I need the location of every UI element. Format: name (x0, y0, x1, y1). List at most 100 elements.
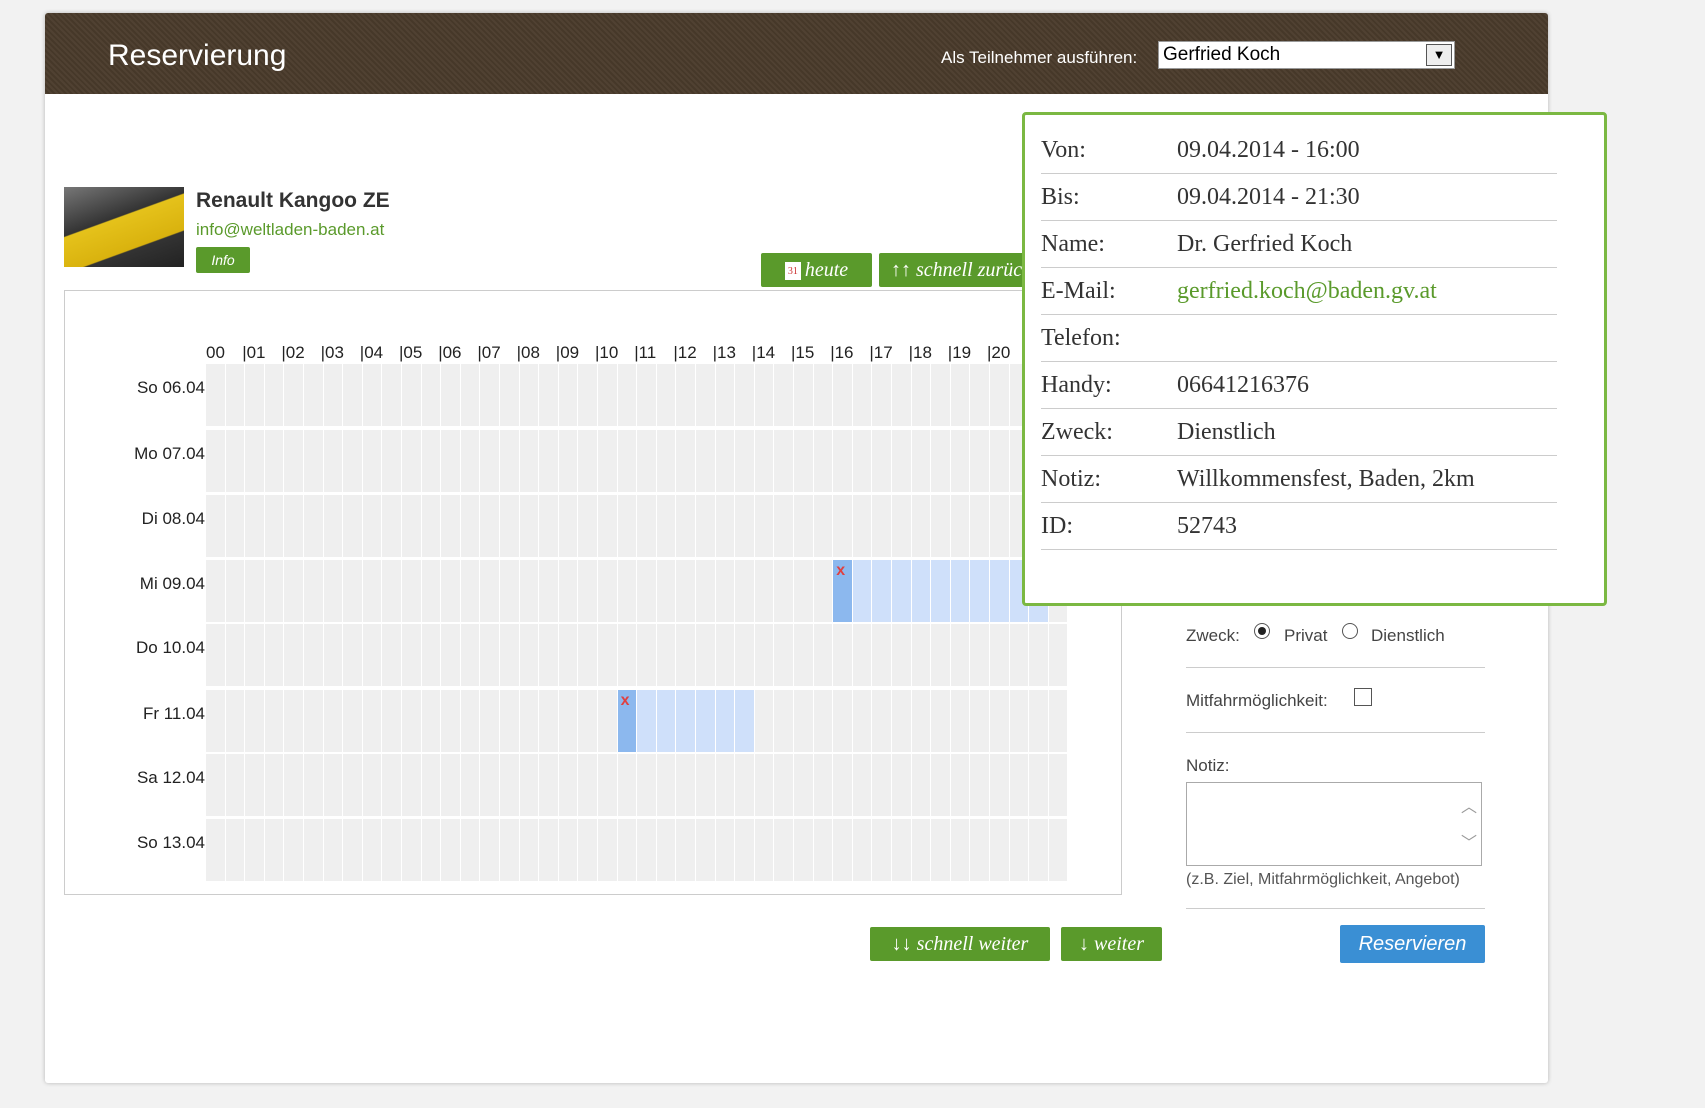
time-slot[interactable] (382, 819, 401, 881)
reserved-slot[interactable] (852, 560, 872, 622)
time-slot[interactable] (578, 624, 597, 686)
time-slot[interactable] (950, 430, 970, 492)
time-slot[interactable] (950, 364, 970, 426)
time-slot[interactable] (990, 819, 1009, 881)
time-slot[interactable] (539, 690, 558, 752)
time-slot[interactable] (500, 560, 519, 622)
reserve-button[interactable]: Reservieren (1340, 925, 1485, 963)
time-slot[interactable] (480, 495, 499, 557)
time-slot[interactable] (598, 560, 617, 622)
time-slot[interactable] (696, 430, 715, 492)
today-button[interactable]: 31 heute (761, 253, 872, 287)
time-slot[interactable] (813, 624, 833, 686)
time-slot[interactable] (676, 624, 695, 686)
time-slot[interactable] (519, 430, 539, 492)
time-slot[interactable] (206, 690, 225, 752)
time-slot[interactable] (696, 754, 715, 816)
time-slot[interactable] (421, 624, 441, 686)
time-slot[interactable] (990, 364, 1009, 426)
time-slot[interactable] (794, 819, 813, 881)
time-slot[interactable] (264, 495, 284, 557)
time-slot[interactable] (225, 624, 245, 686)
forward-button[interactable]: ↓ weiter (1061, 927, 1162, 961)
info-button[interactable]: Info (196, 247, 250, 273)
time-slot[interactable] (754, 754, 774, 816)
time-slot[interactable] (598, 819, 617, 881)
time-slot[interactable] (304, 819, 323, 881)
time-slot[interactable] (1029, 690, 1048, 752)
time-slot[interactable] (500, 495, 519, 557)
time-slot[interactable] (225, 819, 245, 881)
time-slot[interactable] (774, 754, 793, 816)
time-slot[interactable] (656, 624, 676, 686)
time-slot[interactable] (441, 364, 460, 426)
time-slot[interactable] (225, 364, 245, 426)
time-slot[interactable] (852, 690, 872, 752)
reserved-slot[interactable] (656, 690, 676, 752)
time-slot[interactable] (500, 430, 519, 492)
time-slot[interactable] (617, 364, 637, 426)
time-slot[interactable] (950, 754, 970, 816)
time-slot[interactable] (950, 495, 970, 557)
time-slot[interactable] (460, 560, 480, 622)
time-slot[interactable] (598, 690, 617, 752)
time-slot[interactable] (519, 364, 539, 426)
time-slot[interactable] (480, 819, 499, 881)
time-slot[interactable] (441, 819, 460, 881)
time-slot[interactable] (754, 560, 774, 622)
time-slot[interactable] (382, 754, 401, 816)
time-slot[interactable] (343, 754, 362, 816)
time-slot[interactable] (735, 819, 754, 881)
time-slot[interactable] (323, 560, 343, 622)
time-slot[interactable] (519, 819, 539, 881)
time-slot[interactable] (852, 624, 872, 686)
time-slot[interactable] (715, 495, 735, 557)
participant-select[interactable]: Gerfried Koch ▼ (1158, 41, 1455, 69)
time-slot[interactable] (343, 624, 362, 686)
time-slot[interactable] (441, 754, 460, 816)
time-slot[interactable] (950, 624, 970, 686)
time-slot[interactable] (735, 364, 754, 426)
cancel-reservation-icon[interactable]: x (836, 562, 845, 580)
time-slot[interactable] (637, 364, 656, 426)
time-slot[interactable] (754, 819, 774, 881)
time-slot[interactable] (245, 495, 264, 557)
time-slot[interactable] (754, 495, 774, 557)
time-slot[interactable] (911, 495, 931, 557)
time-slot[interactable] (519, 690, 539, 752)
time-slot[interactable] (284, 819, 303, 881)
time-slot[interactable] (794, 495, 813, 557)
purpose-private-radio[interactable] (1254, 623, 1270, 639)
time-slot[interactable] (264, 430, 284, 492)
time-slot[interactable] (931, 495, 950, 557)
time-slot[interactable] (990, 430, 1009, 492)
reserved-slot[interactable] (872, 560, 891, 622)
time-slot[interactable] (362, 624, 382, 686)
chevron-down-icon[interactable]: ﹀ (1461, 829, 1477, 853)
time-slot[interactable] (460, 690, 480, 752)
time-slot[interactable] (656, 754, 676, 816)
time-slot[interactable] (264, 624, 284, 686)
time-slot[interactable] (1029, 754, 1048, 816)
time-slot[interactable] (225, 430, 245, 492)
time-slot[interactable] (343, 560, 362, 622)
time-slot[interactable] (284, 624, 303, 686)
time-slot[interactable] (225, 690, 245, 752)
time-slot[interactable] (970, 364, 989, 426)
time-slot[interactable] (362, 819, 382, 881)
reserved-slot[interactable] (676, 690, 695, 752)
time-slot[interactable] (245, 690, 264, 752)
time-slot[interactable] (441, 690, 460, 752)
time-slot[interactable] (225, 754, 245, 816)
time-slot[interactable] (813, 364, 833, 426)
time-slot[interactable] (480, 364, 499, 426)
time-slot[interactable] (304, 495, 323, 557)
time-slot[interactable] (696, 819, 715, 881)
time-slot[interactable] (656, 560, 676, 622)
time-slot[interactable] (637, 430, 656, 492)
time-slot[interactable] (774, 495, 793, 557)
time-slot[interactable] (872, 624, 891, 686)
time-slot[interactable] (539, 624, 558, 686)
time-slot[interactable] (304, 624, 323, 686)
time-slot[interactable] (617, 495, 637, 557)
